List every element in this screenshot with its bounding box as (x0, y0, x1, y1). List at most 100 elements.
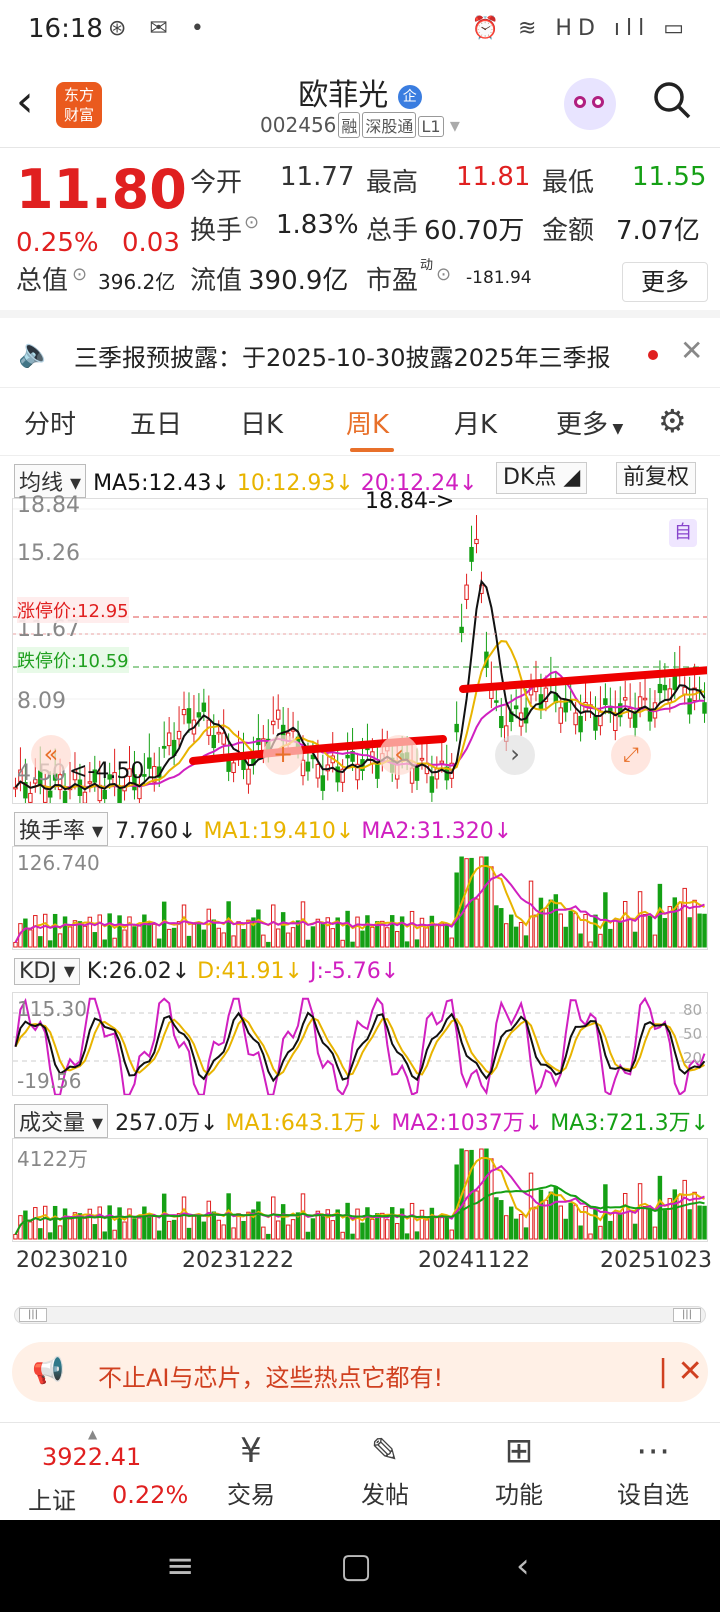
scroll-handle-right[interactable]: ||| (673, 1308, 701, 1322)
volume-svg (13, 1148, 707, 1240)
dk-point-button[interactable]: DK点 ◢ (496, 462, 588, 494)
fullscreen-icon[interactable]: ⤢ (611, 735, 651, 775)
index-name[interactable]: 上证 (28, 1481, 76, 1516)
nav-trade[interactable]: ¥ 交易 (206, 1431, 296, 1510)
report-notice[interactable]: 🔈 三季报预披露：于2025-10-30披露2025年三季报 ✕ (0, 318, 720, 388)
more-quote-button[interactable]: 更多 (622, 262, 708, 302)
close-icon[interactable]: | ✕ (658, 1354, 703, 1389)
volume-ma2: MA2:1037万↓ (391, 1111, 544, 1136)
chevron-down-icon[interactable]: ▾ (450, 113, 460, 137)
kline-chart[interactable]: 18.84 15.26 11.67 8.09 涨停价:12.95 跌停价:10.… (12, 489, 720, 815)
edit-icon: ✎ (370, 1431, 400, 1471)
min-price-marker: <-4.50 (69, 759, 145, 784)
home-icon[interactable]: ▢ (340, 1546, 372, 1586)
kdj-ymin: -19.56 (17, 1069, 82, 1093)
kdj-chart[interactable]: 115.30 -19.56 80 50 20 (12, 992, 708, 1097)
zoom-in-icon[interactable]: + (263, 735, 303, 775)
turnover-selector[interactable]: 换手率 ▾ (14, 812, 109, 846)
turnover-ma2: MA2:31.320↓ (361, 819, 513, 844)
caret-up-icon: ▲ (88, 1427, 98, 1441)
step-right-icon[interactable]: › (495, 735, 535, 775)
kdj-svg (13, 996, 707, 1097)
pe-label: 市盈 (366, 266, 419, 296)
tag-shenzhen-connect: 深股通 (362, 112, 417, 138)
tab-five-day[interactable]: 五日 (130, 404, 182, 441)
x-date-3: 20241122 (418, 1248, 530, 1273)
kdj-j: J:-5.76↓ (309, 959, 400, 984)
index-value[interactable]: 3922.41 (42, 1443, 141, 1471)
turnover-svg (13, 856, 707, 948)
gear-icon[interactable]: ⚙ (658, 402, 687, 440)
banner-text: 不止AI与芯片，这些热点它都有! (98, 1364, 444, 1392)
volume-value: 60.70万 (424, 216, 525, 246)
volume-current: 257.0万↓ (115, 1111, 219, 1136)
limit-up-label: 涨停价:12.95 (17, 597, 129, 623)
index-percent: 0.22% (112, 1481, 189, 1509)
tab-weekly-k[interactable]: 周K (346, 404, 389, 441)
volume-legend: 成交量 ▾ 257.0万↓ MA1:643.1万↓ MA2:1037万↓ MA3… (14, 1104, 709, 1138)
support-line-drawn-2 (459, 665, 720, 693)
adjust-button[interactable]: 前复权 (616, 462, 697, 494)
nav-add-watchlist[interactable]: ⋯ 设自选 (608, 1431, 698, 1510)
period-tabs: 分时 五日 日K 周K 月K 更多 ▼ ⚙ (0, 388, 720, 456)
grid-icon: ⊞ (504, 1431, 534, 1471)
float-label: 流值 (190, 266, 243, 296)
x-date-1: 20230210 (16, 1248, 128, 1273)
turnover-chart[interactable]: 126.740 (12, 846, 708, 950)
amount-label: 金额 (542, 216, 595, 246)
current-price: 11.80 (16, 158, 187, 221)
nav-functions[interactable]: ⊞ 功能 (474, 1431, 564, 1510)
menu-icon[interactable]: ≡ (166, 1546, 195, 1586)
info-icon[interactable]: ⊙ (244, 212, 259, 233)
ma5-value: MA5:12.43↓ (93, 471, 230, 496)
more-dots-icon: ⋯ (636, 1431, 670, 1471)
kdj-ymax: 115.30 (17, 997, 87, 1021)
pe-dynamic-mark: 动 (420, 258, 434, 273)
quote-panel: 11.80 0.25% 0.03 今开 11.77 最高 11.81 最低 11… (0, 150, 720, 318)
max-price-marker: 18.84-> (365, 489, 455, 514)
kdj-k: K:26.02↓ (86, 959, 191, 984)
info-icon[interactable]: ⊙ (436, 264, 451, 285)
tab-daily-k[interactable]: 日K (240, 404, 283, 441)
scroll-left-icon[interactable]: « (31, 735, 71, 775)
tab-more[interactable]: 更多 ▼ (556, 404, 623, 441)
kdj-level-20: 20 (683, 1049, 703, 1067)
close-icon[interactable]: ✕ (680, 334, 703, 367)
ma10-value: 10:12.93↓ (236, 471, 354, 496)
y-label-2: 15.26 (17, 541, 80, 566)
scroll-handle-left[interactable]: ||| (19, 1308, 47, 1322)
volume-selector[interactable]: 成交量 ▾ (14, 1104, 109, 1138)
promo-banner[interactable]: 📢 不止AI与芯片，这些热点它都有! | ✕ (12, 1342, 708, 1402)
low-label: 最低 (542, 168, 595, 198)
float-value: 390.9亿 (248, 266, 349, 296)
amount-value: 7.07亿 (616, 216, 700, 246)
bottom-nav: ▲ 3922.41 上证 0.22% ¥ 交易 ✎ 发帖 ⊞ 功能 ⋯ 设自选 (0, 1422, 720, 1520)
status-bar: 16:18 ⊛ ✉ • ⏰ ≋ HD ıll ▭ (0, 0, 720, 60)
turnover-ma1: MA1:19.410↓ (203, 819, 355, 844)
change-percent: 0.25% (16, 228, 99, 258)
info-icon[interactable]: ⊙ (72, 264, 87, 285)
yen-icon: ¥ (240, 1431, 262, 1471)
mktcap-value: 396.2亿 (98, 270, 176, 294)
volume-chart[interactable]: 4122万 (12, 1138, 708, 1242)
search-icon[interactable] (652, 80, 692, 120)
turnover-legend: 换手率 ▾ 7.760↓ MA1:19.410↓ MA2:31.320↓ (14, 812, 512, 846)
tab-monthly-k[interactable]: 月K (454, 404, 497, 441)
y-label-1: 18.84 (17, 493, 80, 518)
x-axis-dates: 20230210 20231222 20241122 20251023 (0, 1248, 720, 1282)
nav-post[interactable]: ✎ 发帖 (340, 1431, 430, 1510)
time-range-scrollbar[interactable]: ||| ||| (14, 1306, 706, 1324)
back-icon[interactable]: ‹ (516, 1546, 530, 1586)
volume-label: 总手 (366, 216, 419, 246)
ai-assistant-icon[interactable] (564, 78, 616, 130)
high-value: 11.81 (456, 162, 531, 192)
megaphone-icon: 📢 (32, 1356, 65, 1386)
step-left-icon[interactable]: ‹ (379, 735, 419, 775)
speaker-icon: 🔈 (18, 336, 53, 369)
self-select-marker[interactable]: 自 (669, 519, 697, 547)
low-value: 11.55 (632, 162, 707, 192)
change-amount: 0.03 (122, 228, 180, 258)
kdj-selector[interactable]: KDJ ▾ (14, 958, 80, 985)
tab-intraday[interactable]: 分时 (24, 404, 76, 441)
kdj-legend: KDJ ▾ K:26.02↓ D:41.91↓ J:-5.76↓ (14, 958, 399, 985)
